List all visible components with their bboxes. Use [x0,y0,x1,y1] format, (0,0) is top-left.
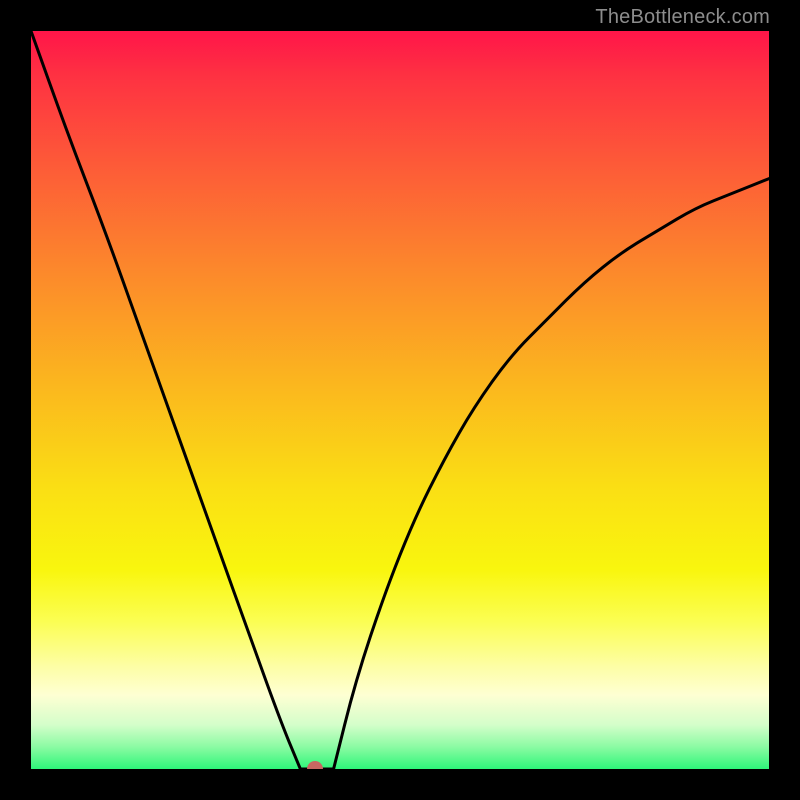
chart-container: TheBottleneck.com [0,0,800,800]
plot-area [31,31,769,769]
watermark-text: TheBottleneck.com [595,6,770,29]
gradient-background [31,31,769,769]
